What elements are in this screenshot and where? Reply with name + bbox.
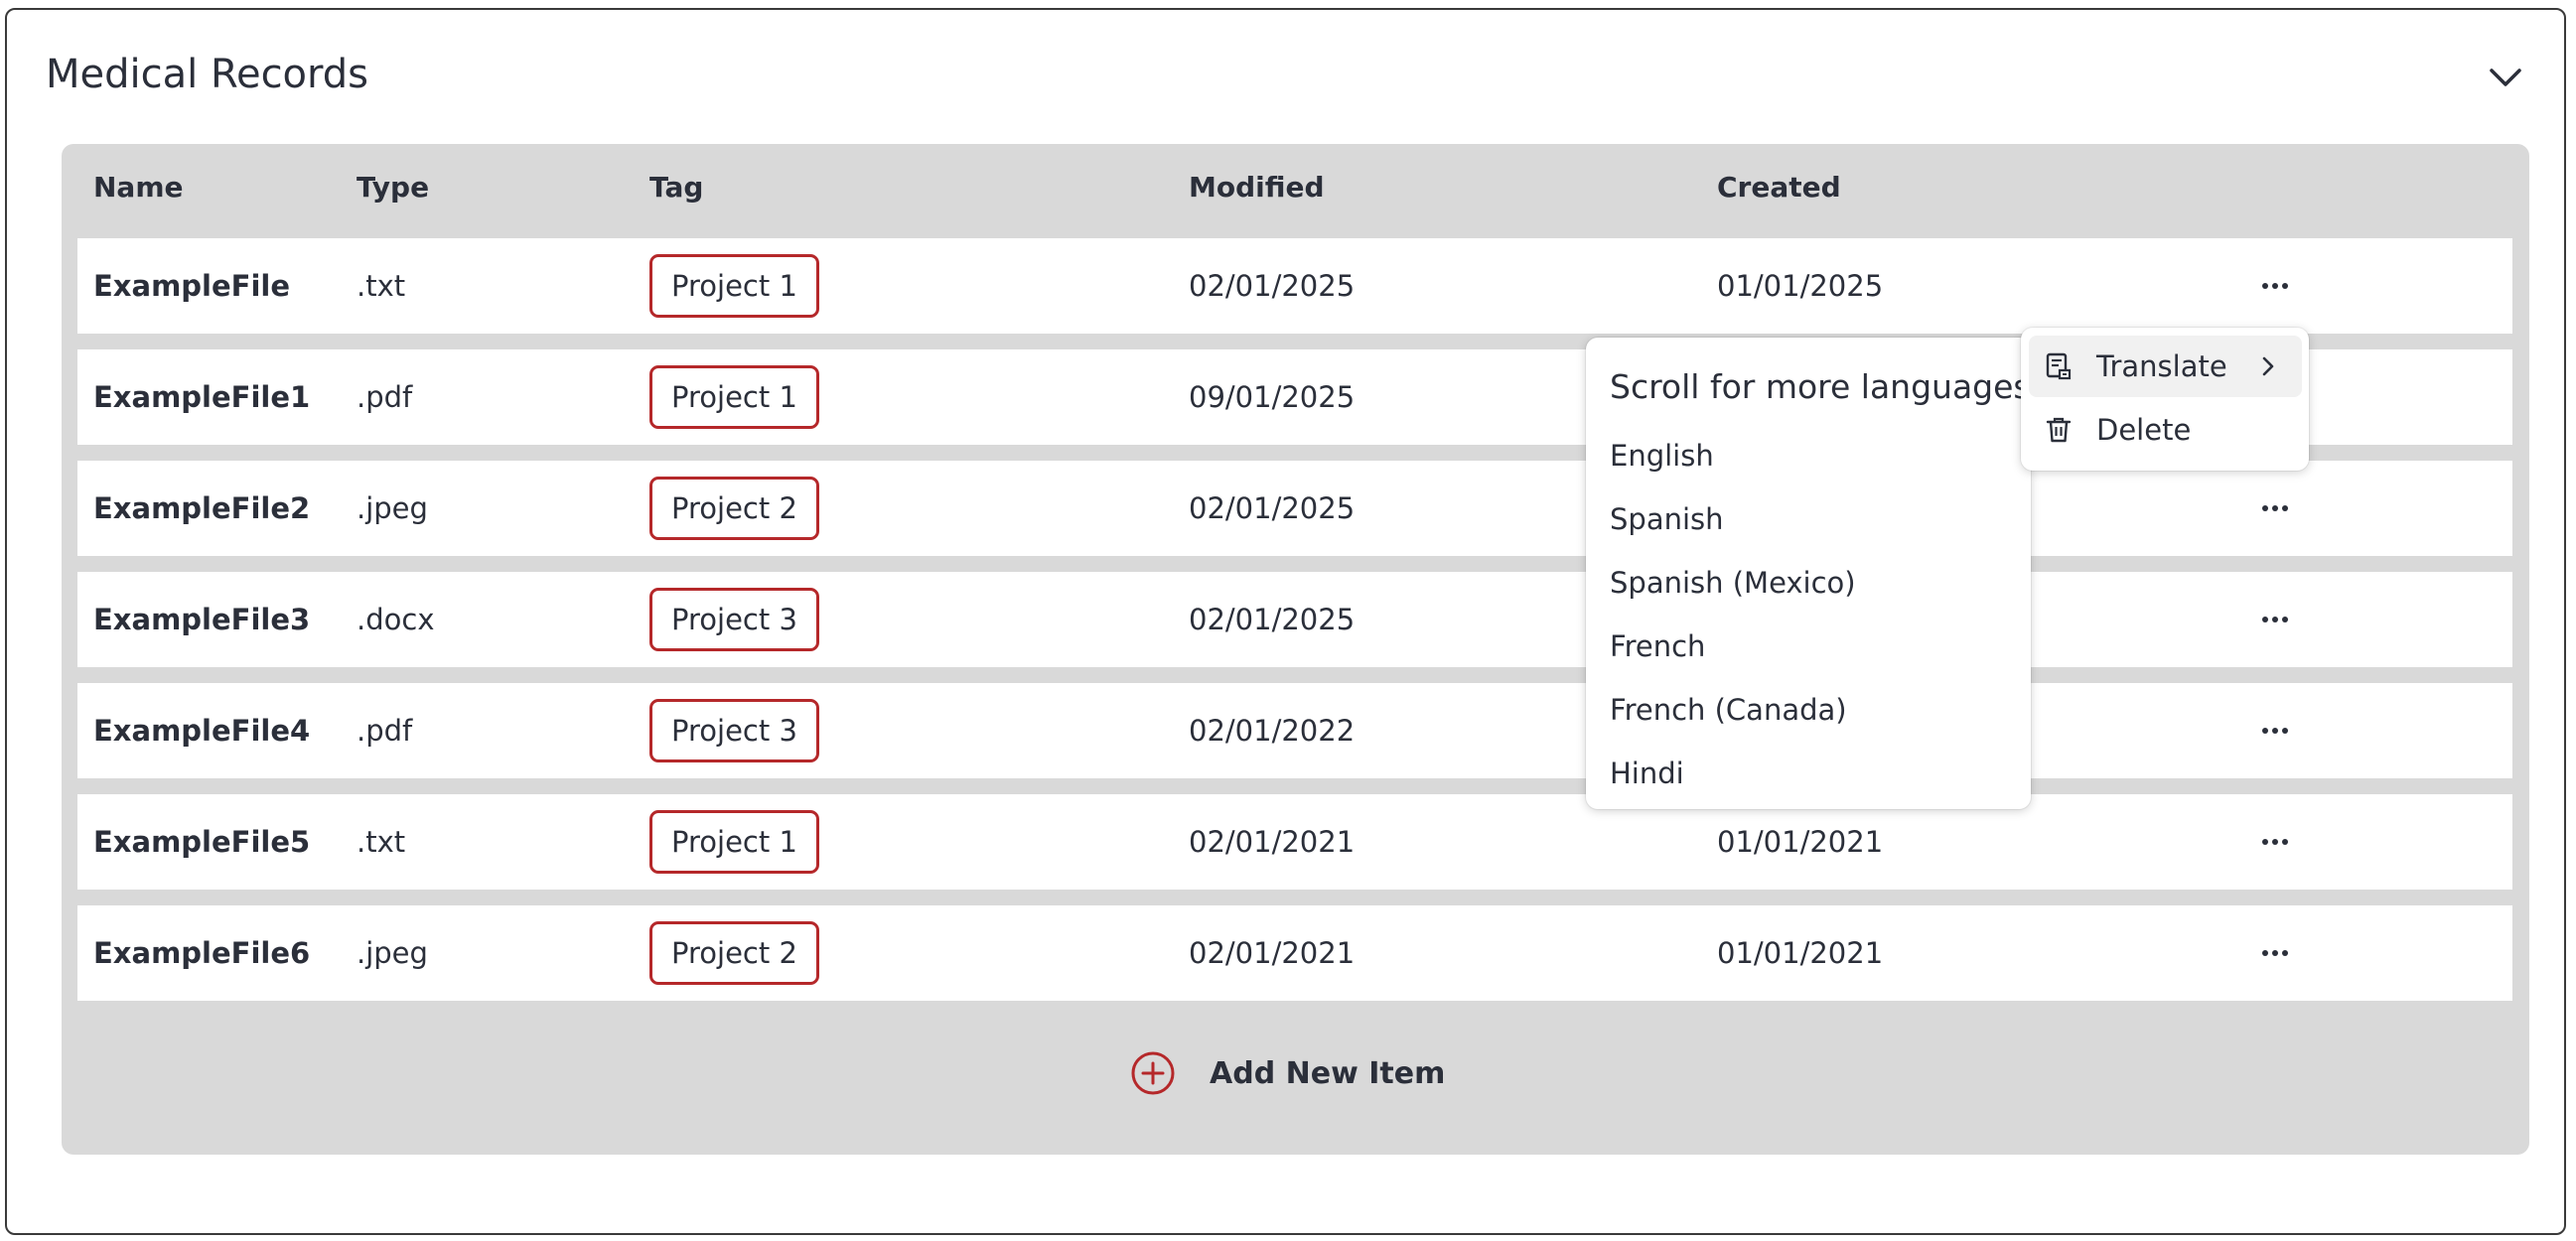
more-icon-dot [2282, 839, 2288, 845]
more-options-button[interactable] [2254, 711, 2296, 751]
more-icon-dot [2272, 950, 2278, 956]
language-option[interactable]: Spanish (Mexico) [1610, 566, 1856, 600]
modified-date: 02/01/2022 [1189, 714, 1356, 748]
more-options-button[interactable] [2254, 822, 2296, 862]
file-type: .txt [357, 269, 406, 303]
more-icon-dot [2272, 617, 2278, 622]
tag-badge[interactable]: Project 3 [649, 699, 819, 762]
language-submenu[interactable]: Scroll for more languages English Spanis… [1586, 338, 2031, 809]
section-title: Medical Records [46, 52, 368, 97]
file-type: .docx [357, 603, 435, 636]
modified-date: 09/01/2025 [1189, 380, 1356, 414]
column-header-type: Type [357, 171, 430, 204]
tag-badge[interactable]: Project 2 [649, 477, 819, 540]
more-icon-dot [2282, 283, 2288, 289]
more-icon [2262, 505, 2268, 511]
tag-badge[interactable]: Project 1 [649, 365, 819, 429]
more-icon-dot [2272, 728, 2278, 734]
file-name[interactable]: ExampleFile5 [93, 794, 310, 890]
translate-menu-item[interactable]: Translate [2029, 336, 2302, 397]
table-row[interactable]: ExampleFile3 .docx Project 3 02/01/2025 [77, 572, 2512, 667]
column-header-created: Created [1717, 171, 1841, 204]
modified-date: 02/01/2021 [1189, 936, 1356, 970]
delete-menu-item[interactable]: Delete [2029, 399, 2302, 461]
more-icon [2262, 728, 2268, 734]
translate-label: Translate [2096, 349, 2227, 383]
table-row[interactable]: ExampleFile .txt Project 1 02/01/2025 01… [77, 238, 2512, 334]
tag-badge[interactable]: Project 1 [649, 254, 819, 318]
tag-badge[interactable]: Project 3 [649, 588, 819, 651]
column-header-modified: Modified [1189, 171, 1325, 204]
more-icon-dot [2282, 950, 2288, 956]
created-date: 01/01/2025 [1717, 269, 1884, 303]
table-row[interactable]: ExampleFile6 .jpeg Project 2 02/01/2021 … [77, 905, 2512, 1001]
created-date: 01/01/2021 [1717, 936, 1884, 970]
add-new-item-button[interactable]: Add New Item [1130, 1050, 1445, 1096]
more-icon [2262, 617, 2268, 622]
file-name[interactable]: ExampleFile2 [93, 461, 310, 556]
file-name[interactable]: ExampleFile3 [93, 572, 310, 667]
file-name[interactable]: ExampleFile1 [93, 349, 310, 445]
file-name[interactable]: ExampleFile4 [93, 683, 310, 778]
more-options-button[interactable] [2254, 933, 2296, 973]
more-icon-dot [2282, 505, 2288, 511]
more-options-button[interactable] [2254, 266, 2296, 306]
language-option[interactable]: Hindi [1610, 757, 1684, 790]
table-row[interactable]: ExampleFile2 .jpeg Project 2 02/01/2025 [77, 461, 2512, 556]
delete-label: Delete [2096, 413, 2192, 447]
more-icon-dot [2272, 283, 2278, 289]
file-type: .jpeg [357, 491, 428, 525]
more-icon-dot [2282, 728, 2288, 734]
more-icon-dot [2282, 617, 2288, 622]
language-option[interactable]: French (Canada) [1610, 693, 1847, 727]
add-new-item-label: Add New Item [1210, 1055, 1446, 1091]
plus-circle-icon [1131, 1051, 1175, 1095]
more-options-button[interactable] [2254, 488, 2296, 528]
column-header-name: Name [93, 171, 184, 204]
more-icon [2262, 950, 2268, 956]
modified-date: 02/01/2025 [1189, 491, 1356, 525]
file-name[interactable]: ExampleFile6 [93, 905, 310, 1001]
modified-date: 02/01/2025 [1189, 603, 1356, 636]
language-submenu-title: Scroll for more languages [1610, 367, 2031, 406]
file-name[interactable]: ExampleFile [93, 238, 290, 334]
more-icon-dot [2272, 839, 2278, 845]
table-row[interactable]: ExampleFile5 .txt Project 1 02/01/2021 0… [77, 794, 2512, 890]
more-icon-dot [2272, 505, 2278, 511]
tag-badge[interactable]: Project 1 [649, 810, 819, 874]
language-option[interactable]: French [1610, 629, 1705, 663]
chevron-down-icon [2490, 69, 2521, 86]
file-type: .jpeg [357, 936, 428, 970]
file-type: .pdf [357, 380, 413, 414]
more-icon [2262, 839, 2268, 845]
file-type: .txt [357, 825, 406, 859]
more-icon [2262, 283, 2268, 289]
translate-icon [2041, 348, 2076, 384]
more-options-button[interactable] [2254, 600, 2296, 639]
trash-icon [2041, 412, 2076, 448]
collapse-button[interactable] [2483, 55, 2528, 100]
chevron-right-icon [2262, 356, 2274, 376]
language-option[interactable]: English [1610, 439, 1714, 473]
file-type: .pdf [357, 714, 413, 748]
row-actions-menu: Translate Delete [2021, 328, 2309, 471]
table-row[interactable]: ExampleFile4 .pdf Project 3 02/01/2022 [77, 683, 2512, 778]
language-option[interactable]: Spanish [1610, 502, 1724, 536]
tag-badge[interactable]: Project 2 [649, 921, 819, 985]
column-header-tag: Tag [649, 171, 704, 204]
modified-date: 02/01/2025 [1189, 269, 1356, 303]
modified-date: 02/01/2021 [1189, 825, 1356, 859]
